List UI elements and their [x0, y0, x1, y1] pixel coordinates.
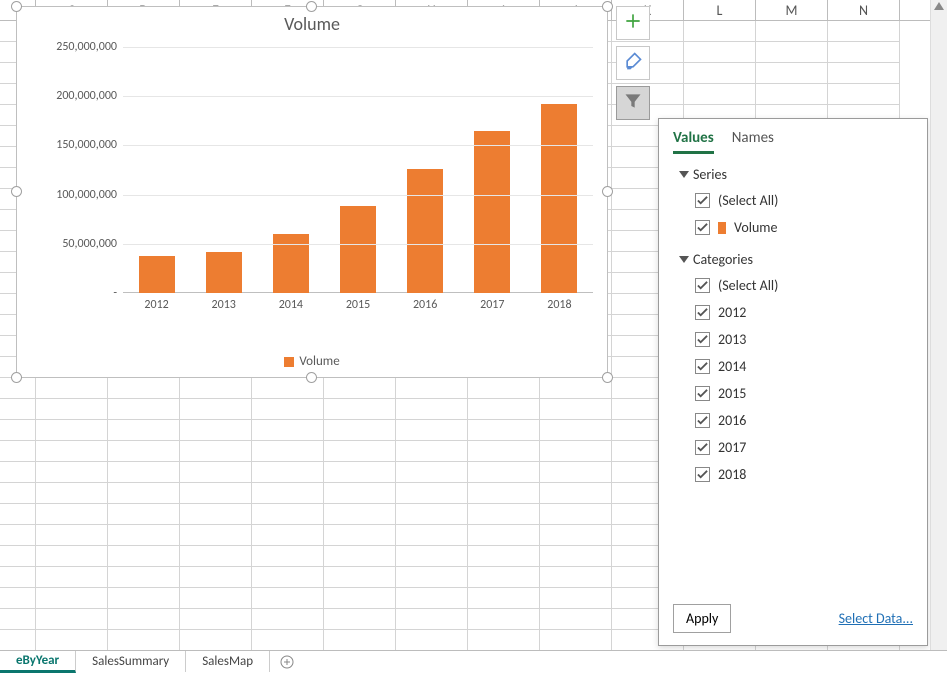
- flyout-footer: Apply Select Data...: [659, 594, 927, 645]
- checkbox-icon: [695, 440, 710, 455]
- chart-bar[interactable]: [541, 104, 577, 293]
- chart-styles-button[interactable]: [616, 46, 650, 80]
- y-tick-label: 250,000,000: [56, 40, 117, 54]
- category-item[interactable]: 2015: [695, 380, 913, 407]
- resize-handle[interactable]: [11, 372, 22, 383]
- series-swatch: [718, 222, 726, 234]
- resize-handle[interactable]: [602, 372, 613, 383]
- select-data-link[interactable]: Select Data...: [839, 610, 913, 627]
- y-tick-label: 200,000,000: [56, 89, 117, 103]
- checkbox-icon: [695, 305, 710, 320]
- column-header[interactable]: M: [756, 0, 828, 20]
- funnel-icon: [623, 91, 643, 116]
- category-item-label: 2015: [718, 385, 746, 402]
- series-item-label: Volume: [734, 219, 777, 236]
- categories-section-header[interactable]: Categories: [673, 247, 913, 272]
- plus-circle-icon: [280, 655, 294, 669]
- tab-values[interactable]: Values: [673, 129, 714, 154]
- sheet-tab-active[interactable]: eByYear: [0, 651, 76, 673]
- chart-legend[interactable]: Volume: [17, 354, 607, 369]
- plus-icon: [623, 11, 643, 36]
- categories-label: Categories: [693, 251, 753, 268]
- chart-side-buttons: [616, 6, 650, 120]
- x-tick-label: 2017: [480, 298, 504, 312]
- caret-down-icon: [679, 171, 689, 178]
- y-tick-label: 100,000,000: [56, 188, 117, 202]
- select-all-label: (Select All): [718, 192, 778, 209]
- category-item-label: 2012: [718, 304, 746, 321]
- chart-x-axis: 2012 2013 2014 2015 2016 2017 2018: [123, 293, 593, 317]
- sheet-tab[interactable]: SalesSummary: [76, 651, 186, 672]
- category-item[interactable]: 2014: [695, 353, 913, 380]
- category-item[interactable]: 2012: [695, 299, 913, 326]
- resize-handle[interactable]: [602, 1, 613, 12]
- resize-handle[interactable]: [11, 1, 22, 12]
- filter-tree: Series (Select All) Volume Categories: [659, 154, 927, 494]
- checkbox-icon: [695, 359, 710, 374]
- category-item-label: 2014: [718, 358, 746, 375]
- series-label: Series: [693, 166, 727, 183]
- checkbox-icon: [695, 220, 710, 235]
- category-item-label: 2018: [718, 466, 746, 483]
- category-item[interactable]: 2013: [695, 326, 913, 353]
- category-item-label: 2013: [718, 331, 746, 348]
- sheet-tab[interactable]: SalesMap: [186, 651, 270, 672]
- category-item[interactable]: 2016: [695, 407, 913, 434]
- chart-bar[interactable]: [139, 256, 175, 293]
- scroll-up-icon: [934, 2, 944, 10]
- y-tick-label: 150,000,000: [56, 138, 117, 152]
- column-header[interactable]: L: [684, 0, 756, 20]
- chart-filters-button[interactable]: [616, 86, 650, 120]
- chart-y-axis: -50,000,000100,000,000150,000,000200,000…: [31, 47, 123, 293]
- tab-names[interactable]: Names: [732, 129, 774, 154]
- series-item-volume[interactable]: Volume: [695, 214, 913, 241]
- checkbox-icon: [695, 467, 710, 482]
- select-all-label: (Select All): [718, 277, 778, 294]
- new-sheet-button[interactable]: [270, 651, 304, 672]
- x-tick-label: 2014: [279, 298, 303, 312]
- categories-select-all[interactable]: (Select All): [695, 272, 913, 299]
- flyout-tabs: Values Names: [659, 119, 927, 154]
- legend-label: Volume: [299, 354, 339, 369]
- sheet-tab-bar: eByYear SalesSummary SalesMap: [0, 650, 947, 672]
- series-section-header[interactable]: Series: [673, 162, 913, 187]
- caret-down-icon: [679, 256, 689, 263]
- chart-filter-flyout: Values Names Series (Select All) Volume: [658, 118, 928, 646]
- chart-bar[interactable]: [407, 169, 443, 293]
- category-item-label: 2017: [718, 439, 746, 456]
- series-select-all[interactable]: (Select All): [695, 187, 913, 214]
- x-tick-label: 2012: [144, 298, 168, 312]
- resize-handle[interactable]: [306, 1, 317, 12]
- chart-bar[interactable]: [474, 131, 510, 293]
- y-tick-label: 50,000,000: [62, 237, 117, 251]
- chart-elements-button[interactable]: [616, 6, 650, 40]
- resize-handle[interactable]: [602, 186, 613, 197]
- vertical-scrollbar[interactable]: [930, 0, 947, 650]
- category-item[interactable]: 2017: [695, 434, 913, 461]
- brush-icon: [623, 51, 643, 76]
- checkbox-icon: [695, 332, 710, 347]
- embedded-chart[interactable]: Volume - 50,000,000 100,000,000 150,000,000…: [16, 6, 608, 378]
- y-tick-label: -: [113, 286, 117, 300]
- checkbox-icon: [695, 413, 710, 428]
- legend-swatch: [284, 357, 294, 367]
- category-item[interactable]: 2018: [695, 461, 913, 488]
- x-tick-label: 2016: [413, 298, 437, 312]
- x-tick-label: 2013: [212, 298, 236, 312]
- chart-plot-area[interactable]: [123, 47, 593, 293]
- checkbox-icon: [695, 386, 710, 401]
- resize-handle[interactable]: [306, 372, 317, 383]
- column-header[interactable]: N: [828, 0, 900, 20]
- x-tick-label: 2015: [346, 298, 370, 312]
- checkbox-icon: [695, 193, 710, 208]
- x-tick-label: 2018: [547, 298, 571, 312]
- resize-handle[interactable]: [11, 186, 22, 197]
- chart-bar[interactable]: [206, 252, 242, 293]
- category-item-label: 2016: [718, 412, 746, 429]
- chart-bar[interactable]: [340, 206, 376, 293]
- checkbox-icon: [695, 278, 710, 293]
- apply-button[interactable]: Apply: [673, 604, 731, 633]
